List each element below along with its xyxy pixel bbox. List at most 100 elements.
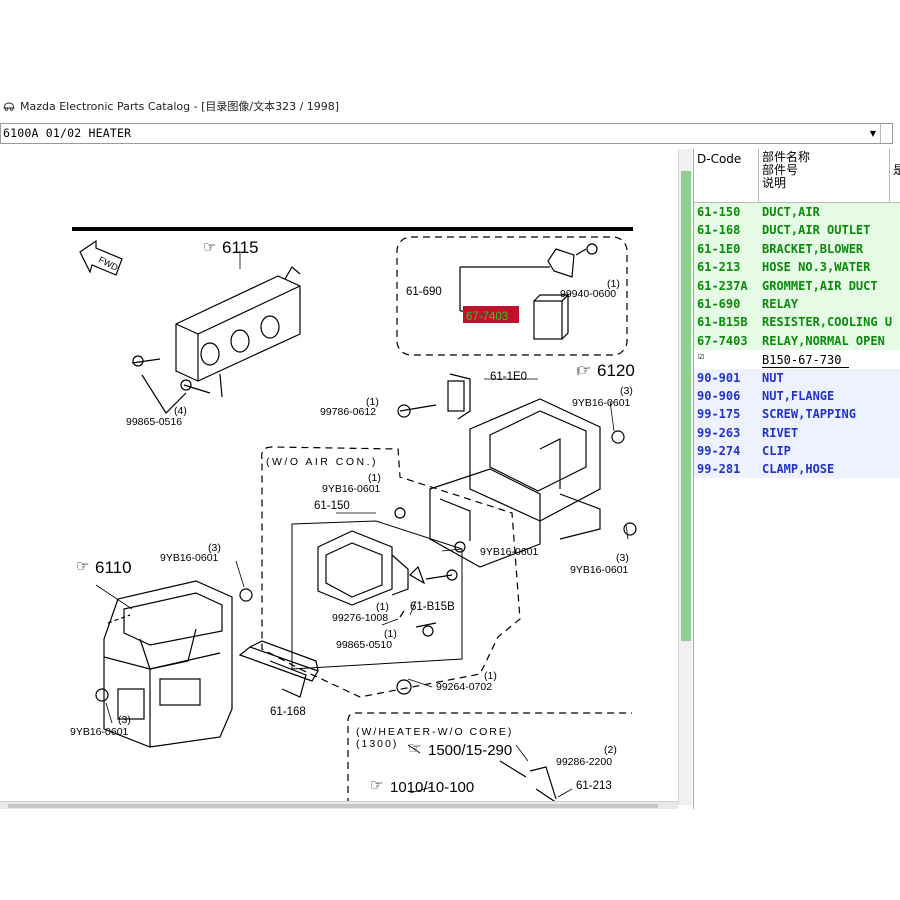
list-item[interactable]: 99-274 CLIP	[694, 442, 900, 461]
part-name: NUT,FLANGE	[762, 388, 835, 403]
label-wo-core-1: (W/HEATER-W/O CORE)	[356, 726, 513, 738]
label-wo-core-2: (1300)	[356, 738, 398, 750]
exploded-view-drawing: ☞ ☞ ☞ ☞ ☞ FWD 6115 6120 6110 1500/15-290…	[70, 227, 637, 805]
column-header-dcode[interactable]: D-Code	[697, 152, 741, 166]
part-name: RELAY	[762, 296, 799, 311]
list-item[interactable]: 90-901 NUT	[694, 368, 900, 387]
part-code: 61-1E0	[697, 241, 741, 256]
part-code: 99-281	[697, 462, 741, 477]
label-99286: 99286-2200	[556, 756, 612, 768]
car-icon	[3, 102, 15, 111]
part-name: CLIP	[762, 444, 791, 459]
column-divider[interactable]	[889, 149, 890, 203]
ref-arrow-icon: ☞	[76, 558, 89, 575]
qty-99786: (1)	[366, 396, 379, 408]
parts-list-empty-area	[694, 478, 900, 809]
label-9yb16-f: 9YB16-0601	[70, 726, 129, 738]
checkbox-checked-icon[interactable]: ☑	[698, 351, 704, 362]
label-67-7403-highlight: 67-7403	[466, 311, 508, 323]
label-99264: 99264-0702	[436, 681, 492, 693]
ref-1500: 1500/15-290	[428, 742, 512, 759]
list-item[interactable]: 90-906 NUT,FLANGE	[694, 386, 900, 406]
label-99865-a: 99865-0516	[126, 416, 182, 428]
diagram-horizontal-scrollbar[interactable]	[0, 801, 678, 809]
qty-9yb16-f: (3)	[118, 714, 131, 726]
list-item[interactable]: 61-690 RELAY	[694, 294, 900, 314]
part-code: 61-690	[697, 296, 741, 311]
label-9yb16-a: 9YB16-0601	[572, 397, 631, 409]
list-item[interactable]: 61-213 HOSE NO.3,WATER	[694, 258, 900, 277]
column-header-extra[interactable]: 是	[893, 163, 900, 177]
qty-9yb16-e: (3)	[208, 542, 221, 554]
ref-arrow-icon: ☞	[203, 239, 216, 256]
figure-selector-value: 6100A 01/02 HEATER	[3, 126, 132, 140]
part-name: NUT	[762, 370, 784, 385]
chevron-down-icon[interactable]: ▼	[867, 125, 879, 142]
part-code: 61-168	[697, 223, 741, 238]
part-code: 90-901	[697, 370, 741, 385]
qty-99865-a: (4)	[174, 405, 187, 417]
part-name: DUCT,AIR OUTLET	[762, 223, 871, 238]
part-number: B150-67-730	[762, 353, 850, 369]
list-item[interactable]: 99-263 RIVET	[694, 423, 900, 443]
label-9yb16-d: 9YB16-0601	[570, 564, 629, 576]
window-titlebar: Mazda Electronic Parts Catalog - [目录图像/文…	[0, 94, 900, 118]
list-item[interactable]: 61-1E0 BRACKET,BLOWER	[694, 239, 900, 259]
parts-diagram[interactable]: ☞ ☞ ☞ ☞ ☞ FWD 6115 6120 6110 1500/15-290…	[0, 149, 678, 805]
ref-6120: 6120	[597, 361, 635, 380]
list-item[interactable]: 61-B15B RESISTER,COOLING U	[694, 313, 900, 332]
list-item[interactable]: 67-7403 RELAY,NORMAL OPEN	[694, 331, 900, 351]
list-item-part-number[interactable]: ☑ B150-67-730	[694, 350, 900, 369]
part-name: RESISTER,COOLING U	[762, 315, 893, 330]
list-item[interactable]: 61-168 DUCT,AIR OUTLET	[694, 221, 900, 240]
ref-arrow-icon: ☞	[408, 740, 421, 757]
qty-99276: (1)	[376, 601, 389, 613]
label-99276: 99276-1008	[332, 612, 388, 624]
header-name-line: 说明	[762, 176, 787, 190]
scrollbar-thumb[interactable]	[8, 804, 658, 808]
qty-9yb16-a: (3)	[620, 385, 633, 397]
part-code: 99-263	[697, 425, 741, 440]
figure-selector[interactable]: 6100A 01/02 HEATER ▼	[0, 123, 893, 144]
part-code: 61-213	[697, 260, 741, 275]
label-61-168: 61-168	[270, 706, 306, 718]
column-header-name[interactable]: 部件名称 部件号 说明	[762, 151, 810, 190]
qty-99264: (1)	[484, 670, 497, 682]
list-item[interactable]: 61-150 DUCT,AIR	[694, 203, 900, 222]
part-code: 61-237A	[697, 278, 748, 293]
scrollbar-thumb[interactable]	[681, 171, 691, 641]
part-name: CLAMP,HOSE	[762, 462, 835, 477]
label-99865-b: 99865-0510	[336, 639, 392, 651]
part-name: RIVET	[762, 425, 799, 440]
label-9yb16-b: 9YB16-0601	[322, 483, 381, 495]
label-9yb16-c: 9YB16-0601	[480, 546, 539, 558]
qty-99940: (1)	[607, 278, 620, 290]
diagram-vertical-scrollbar[interactable]	[678, 149, 692, 805]
label-61-150: 61-150	[314, 500, 350, 512]
window-title: Mazda Electronic Parts Catalog - [目录图像/文…	[20, 100, 340, 113]
part-name: DUCT,AIR	[762, 205, 820, 219]
part-name: BRACKET,BLOWER	[762, 241, 864, 256]
parts-list-panel: D-Code 部件名称 部件号 说明 是 61-150 DUCT,AIR 61-1…	[693, 149, 900, 809]
list-item[interactable]: 61-237A GROMMET,AIR DUCT	[694, 276, 900, 295]
selector-right-edge	[880, 124, 892, 143]
list-item[interactable]: 99-281 CLAMP,HOSE	[694, 460, 900, 479]
part-code: 67-7403	[697, 333, 748, 348]
ref-6115: 6115	[222, 238, 259, 257]
label-wo-air-con: (W/O AIR CON.)	[266, 456, 378, 468]
part-code: 99-274	[697, 444, 741, 459]
column-divider[interactable]	[758, 149, 759, 203]
list-item[interactable]: 99-175 SCREW,TAPPING	[694, 405, 900, 424]
part-code: 99-175	[697, 407, 741, 422]
part-name: RELAY,NORMAL OPEN	[762, 333, 885, 348]
ref-arrow-icon: ☞	[578, 362, 591, 379]
label-61-B15B: 61-B15B	[410, 601, 455, 613]
part-code: 61-150	[697, 205, 741, 219]
ref-arrow-icon: ☞	[370, 777, 383, 794]
parts-list-header: D-Code 部件名称 部件号 说明 是	[694, 149, 900, 203]
label-61-213: 61-213	[576, 780, 612, 792]
label-61-690: 61-690	[406, 286, 442, 298]
part-name: HOSE NO.3,WATER	[762, 260, 871, 275]
label-61-1E0: 61-1E0	[490, 371, 527, 383]
part-name: GROMMET,AIR DUCT	[762, 278, 878, 293]
